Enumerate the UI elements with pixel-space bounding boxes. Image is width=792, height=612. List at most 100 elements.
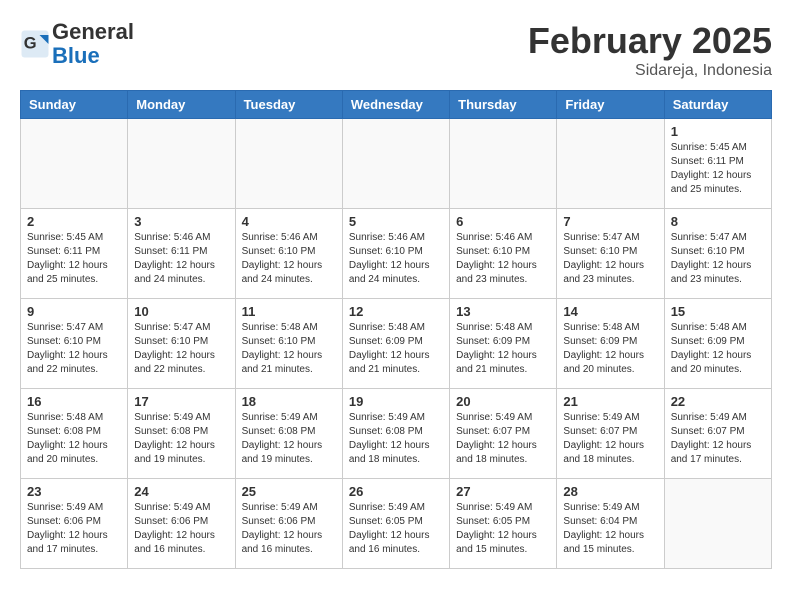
- day-info: Sunrise: 5:49 AM Sunset: 6:06 PM Dayligh…: [27, 501, 121, 557]
- day-info: Sunrise: 5:49 AM Sunset: 6:07 PM Dayligh…: [671, 411, 765, 467]
- weekday-header-sunday: Sunday: [21, 91, 128, 119]
- day-number: 10: [134, 304, 228, 319]
- day-info: Sunrise: 5:48 AM Sunset: 6:09 PM Dayligh…: [563, 321, 657, 377]
- day-cell-2: 2 Sunrise: 5:45 AM Sunset: 6:11 PM Daylig…: [21, 209, 128, 299]
- month-title: February 2025: [528, 20, 772, 62]
- day-number: 15: [671, 304, 765, 319]
- day-cell-23: 23 Sunrise: 5:49 AM Sunset: 6:06 PM Dayli…: [21, 479, 128, 569]
- day-info: Sunrise: 5:47 AM Sunset: 6:10 PM Dayligh…: [671, 231, 765, 287]
- day-cell-6: 6Sunrise: 5:46 AM Sunset: 6:10 PM Daylig…: [450, 209, 557, 299]
- weekday-header-row: SundayMondayTuesdayWednesdayThursdayFrid…: [21, 91, 772, 119]
- day-info: Sunrise: 5:48 AM Sunset: 6:09 PM Dayligh…: [671, 321, 765, 377]
- day-info: Sunrise: 5:49 AM Sunset: 6:07 PM Dayligh…: [563, 411, 657, 467]
- day-info: Sunrise: 5:49 AM Sunset: 6:04 PM Dayligh…: [563, 501, 657, 557]
- empty-cell: [557, 119, 664, 209]
- empty-cell: [128, 119, 235, 209]
- day-cell-9: 9Sunrise: 5:47 AM Sunset: 6:10 PM Daylig…: [21, 299, 128, 389]
- week-row-3: 9 Sunrise: 5:47 AM Sunset: 6:10 PM Daylig…: [21, 299, 772, 389]
- empty-cell: [664, 479, 771, 569]
- empty-cell: [342, 119, 449, 209]
- weekday-header-saturday: Saturday: [664, 91, 771, 119]
- day-cell-16: 16 Sunrise: 5:48 AM Sunset: 6:08 PM Dayli…: [21, 389, 128, 479]
- logo-blue-text: Blue: [52, 43, 100, 68]
- day-number: 4: [242, 214, 336, 229]
- day-info: Sunrise: 5:49 AM Sunset: 6:06 PM Dayligh…: [134, 501, 228, 557]
- day-number: 5: [349, 214, 443, 229]
- day-cell-21: 21 Sunrise: 5:49 AM Sunset: 6:07 PM Dayli…: [557, 389, 664, 479]
- day-info: Sunrise: 5:49 AM Sunset: 6:07 PM Dayligh…: [456, 411, 550, 467]
- day-info: Sunrise: 5:49 AM Sunset: 6:08 PM Dayligh…: [242, 411, 336, 467]
- day-number: 21: [563, 394, 657, 409]
- weekday-header-thursday: Thursday: [450, 91, 557, 119]
- day-cell-18: 18 Sunrise: 5:49 AM Sunset: 6:08 PM Dayli…: [235, 389, 342, 479]
- day-info: Sunrise: 5:45 AM Sunset: 6:11 PM Dayligh…: [27, 231, 121, 287]
- week-row-2: 2 Sunrise: 5:45 AM Sunset: 6:11 PM Daylig…: [21, 209, 772, 299]
- logo-general-text: General: [52, 19, 134, 44]
- day-info: Sunrise: 5:48 AM Sunset: 6:08 PM Dayligh…: [27, 411, 121, 467]
- day-cell-11: 11 Sunrise: 5:48 AM Sunset: 6:10 PM Dayli…: [235, 299, 342, 389]
- day-cell-1: 1 Sunrise: 5:45 AM Sunset: 6:11 PM Daylig…: [664, 119, 771, 209]
- title-block: February 2025 Sidareja, Indonesia: [528, 20, 772, 80]
- day-cell-17: 17Sunrise: 5:49 AM Sunset: 6:08 PM Dayli…: [128, 389, 235, 479]
- day-number: 26: [349, 484, 443, 499]
- empty-cell: [235, 119, 342, 209]
- day-number: 8: [671, 214, 765, 229]
- day-number: 9: [27, 304, 121, 319]
- day-number: 6: [456, 214, 550, 229]
- week-row-5: 23 Sunrise: 5:49 AM Sunset: 6:06 PM Dayli…: [21, 479, 772, 569]
- day-cell-20: 20 Sunrise: 5:49 AM Sunset: 6:07 PM Dayli…: [450, 389, 557, 479]
- location-title: Sidareja, Indonesia: [528, 62, 772, 80]
- day-number: 16: [27, 394, 121, 409]
- day-info: Sunrise: 5:48 AM Sunset: 6:09 PM Dayligh…: [349, 321, 443, 377]
- calendar-table: SundayMondayTuesdayWednesdayThursdayFrid…: [20, 90, 772, 569]
- day-info: Sunrise: 5:49 AM Sunset: 6:05 PM Dayligh…: [456, 501, 550, 557]
- day-number: 25: [242, 484, 336, 499]
- day-info: Sunrise: 5:47 AM Sunset: 6:10 PM Dayligh…: [134, 321, 228, 377]
- weekday-header-monday: Monday: [128, 91, 235, 119]
- weekday-header-wednesday: Wednesday: [342, 91, 449, 119]
- day-number: 2: [27, 214, 121, 229]
- day-number: 22: [671, 394, 765, 409]
- day-info: Sunrise: 5:45 AM Sunset: 6:11 PM Dayligh…: [671, 141, 765, 197]
- day-number: 23: [27, 484, 121, 499]
- day-number: 7: [563, 214, 657, 229]
- day-info: Sunrise: 5:46 AM Sunset: 6:10 PM Dayligh…: [242, 231, 336, 287]
- day-number: 19: [349, 394, 443, 409]
- day-cell-22: 22 Sunrise: 5:49 AM Sunset: 6:07 PM Dayli…: [664, 389, 771, 479]
- day-cell-3: 3 Sunrise: 5:46 AM Sunset: 6:11 PM Daylig…: [128, 209, 235, 299]
- day-cell-24: 24Sunrise: 5:49 AM Sunset: 6:06 PM Dayli…: [128, 479, 235, 569]
- day-number: 27: [456, 484, 550, 499]
- day-info: Sunrise: 5:48 AM Sunset: 6:09 PM Dayligh…: [456, 321, 550, 377]
- weekday-header-friday: Friday: [557, 91, 664, 119]
- day-number: 1: [671, 124, 765, 139]
- day-cell-26: 26Sunrise: 5:49 AM Sunset: 6:05 PM Dayli…: [342, 479, 449, 569]
- day-number: 13: [456, 304, 550, 319]
- day-number: 17: [134, 394, 228, 409]
- day-cell-12: 12Sunrise: 5:48 AM Sunset: 6:09 PM Dayli…: [342, 299, 449, 389]
- day-info: Sunrise: 5:46 AM Sunset: 6:11 PM Dayligh…: [134, 231, 228, 287]
- day-number: 18: [242, 394, 336, 409]
- logo-icon: G: [20, 29, 50, 59]
- svg-text:G: G: [24, 35, 37, 53]
- day-cell-19: 19 Sunrise: 5:49 AM Sunset: 6:08 PM Dayli…: [342, 389, 449, 479]
- day-cell-5: 5Sunrise: 5:46 AM Sunset: 6:10 PM Daylig…: [342, 209, 449, 299]
- day-cell-13: 13 Sunrise: 5:48 AM Sunset: 6:09 PM Dayli…: [450, 299, 557, 389]
- day-info: Sunrise: 5:49 AM Sunset: 6:08 PM Dayligh…: [349, 411, 443, 467]
- day-number: 3: [134, 214, 228, 229]
- week-row-4: 16 Sunrise: 5:48 AM Sunset: 6:08 PM Dayli…: [21, 389, 772, 479]
- day-number: 11: [242, 304, 336, 319]
- empty-cell: [21, 119, 128, 209]
- day-info: Sunrise: 5:48 AM Sunset: 6:10 PM Dayligh…: [242, 321, 336, 377]
- day-info: Sunrise: 5:49 AM Sunset: 6:06 PM Dayligh…: [242, 501, 336, 557]
- day-cell-27: 27 Sunrise: 5:49 AM Sunset: 6:05 PM Dayli…: [450, 479, 557, 569]
- logo: G General Blue: [20, 20, 134, 68]
- day-cell-15: 15 Sunrise: 5:48 AM Sunset: 6:09 PM Dayli…: [664, 299, 771, 389]
- day-cell-8: 8 Sunrise: 5:47 AM Sunset: 6:10 PM Daylig…: [664, 209, 771, 299]
- page-header: G General Blue February 2025 Sidareja, I…: [20, 20, 772, 80]
- day-cell-10: 10 Sunrise: 5:47 AM Sunset: 6:10 PM Dayli…: [128, 299, 235, 389]
- day-cell-7: 7Sunrise: 5:47 AM Sunset: 6:10 PM Daylig…: [557, 209, 664, 299]
- day-cell-28: 28Sunrise: 5:49 AM Sunset: 6:04 PM Dayli…: [557, 479, 664, 569]
- week-row-1: 1 Sunrise: 5:45 AM Sunset: 6:11 PM Daylig…: [21, 119, 772, 209]
- day-number: 20: [456, 394, 550, 409]
- weekday-header-tuesday: Tuesday: [235, 91, 342, 119]
